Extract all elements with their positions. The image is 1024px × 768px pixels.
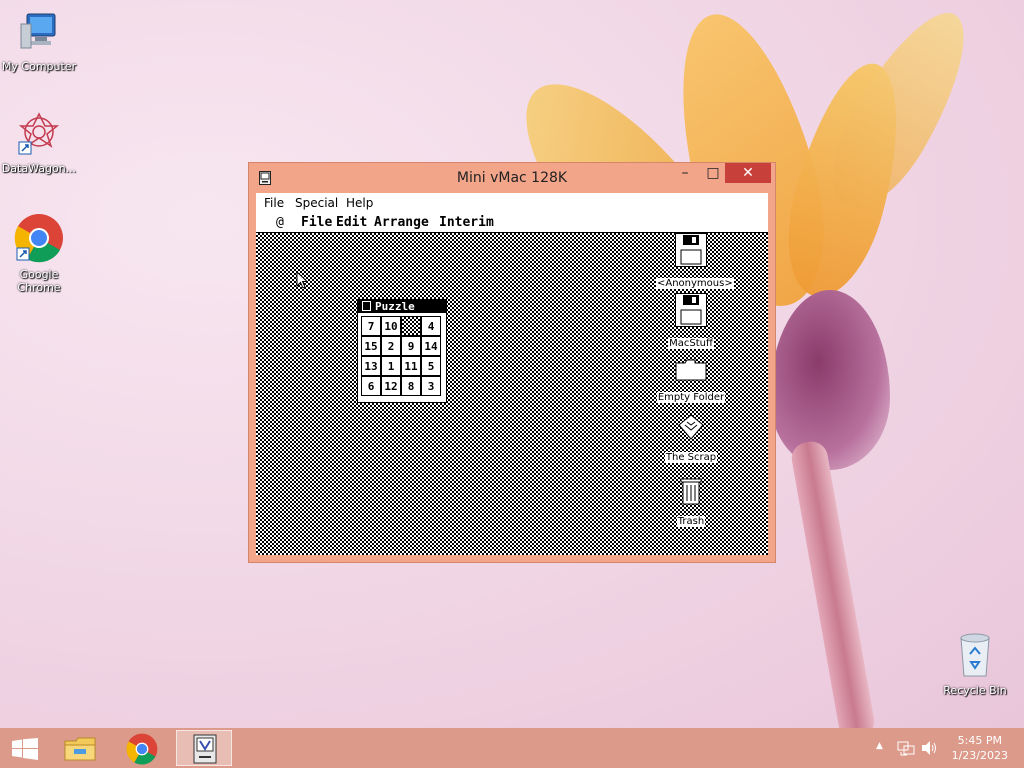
taskbar: ▲ 5:45 PM 1/23/2023 <box>0 728 1024 768</box>
volume-icon[interactable] <box>921 740 939 756</box>
puzzle-tile[interactable]: 12 <box>381 376 401 396</box>
puzzle-empty-tile <box>401 316 421 336</box>
computer-icon <box>20 13 56 49</box>
taskbar-mini-vmac[interactable] <box>176 730 232 766</box>
puzzle-tile[interactable]: 6 <box>361 376 381 396</box>
puzzle-tile[interactable]: 13 <box>361 356 381 376</box>
disk-icon <box>675 233 707 267</box>
start-button[interactable] <box>0 730 48 766</box>
puzzle-tile[interactable]: 2 <box>381 336 401 356</box>
puzzle-tile[interactable]: 8 <box>401 376 421 396</box>
puzzle-tile[interactable]: 7 <box>361 316 381 336</box>
scrapbook-icon <box>678 414 704 440</box>
puzzle-tile[interactable]: 3 <box>421 376 441 396</box>
disk-icon <box>675 293 707 327</box>
mac-icon-label: Trash <box>676 516 706 527</box>
puzzle-tile[interactable]: 14 <box>421 336 441 356</box>
desktop-icon-google-chrome[interactable]: Google Chrome <box>0 212 78 294</box>
minimize-button[interactable]: – <box>671 163 699 183</box>
window-titlebar[interactable]: Mini vMac 128K – □ ✕ <box>249 163 775 191</box>
mac-icon-anonymous-disk[interactable]: <Anonymous> <box>656 233 734 290</box>
mac-menu-arrange[interactable]: Arrange <box>374 215 429 230</box>
mac-icon-label: MacStuff <box>668 338 714 349</box>
mac-icon-label: <Anonymous> <box>656 278 734 289</box>
desktop-icon-label: Recycle Bin <box>943 684 1007 697</box>
wallpaper-stem <box>789 439 877 728</box>
puzzle-tile[interactable]: 10 <box>381 316 401 336</box>
close-box-icon[interactable] <box>362 301 371 311</box>
puzzle-grid: 7 10 4 15 2 9 14 13 1 11 5 6 12 8 3 <box>361 316 441 396</box>
mac-icon-label: The Scrap <box>664 452 718 463</box>
mac-menubar: @ File Edit Arrange Interim <box>256 213 768 233</box>
desktop-icon-my-computer[interactable]: My Computer <box>0 10 78 73</box>
mini-vmac-icon <box>193 734 217 764</box>
mac-icon-macstuff-disk[interactable]: MacStuff <box>656 293 726 350</box>
windows-logo-icon <box>12 738 38 760</box>
clock-time: 5:45 PM <box>957 734 1002 747</box>
puzzle-tile[interactable]: 9 <box>401 336 421 356</box>
mini-vmac-window: Mini vMac 128K – □ ✕ File Special Help @… <box>248 162 776 563</box>
desktop-icon-label: My Computer <box>1 60 77 73</box>
mac-menu-file[interactable]: File <box>301 215 332 230</box>
close-button[interactable]: ✕ <box>725 163 771 183</box>
maximize-button[interactable]: □ <box>699 163 727 183</box>
recycle-bin-icon <box>960 633 990 677</box>
network-icon[interactable] <box>897 740 915 756</box>
puzzle-tile[interactable]: 1 <box>381 356 401 376</box>
trash-icon <box>680 478 702 505</box>
mac-icon-empty-folder[interactable]: Empty Folder <box>656 359 726 404</box>
mac-icon-the-scrap[interactable]: The Scrap <box>656 413 726 464</box>
mac-desktop: Puzzle 7 10 4 15 2 9 14 13 1 11 5 6 12 8… <box>256 233 768 555</box>
menu-file[interactable]: File <box>264 196 284 210</box>
mac-menu-interim[interactable]: Interim <box>439 215 494 230</box>
taskbar-clock[interactable]: 5:45 PM 1/23/2023 <box>952 733 1008 763</box>
folder-icon <box>675 359 707 381</box>
puzzle-titlebar[interactable]: Puzzle <box>358 300 446 313</box>
desktop-icon-label: Google Chrome <box>17 268 61 294</box>
mac-icon-trash[interactable]: Trash <box>656 475 726 528</box>
desktop-icon-recycle-bin[interactable]: Recycle Bin <box>936 630 1014 697</box>
desktop-icon-datawagon[interactable]: DataWagon... <box>0 110 78 175</box>
apple-menu[interactable]: @ <box>276 215 284 230</box>
taskbar-chrome[interactable] <box>114 730 170 766</box>
mac-menu-edit[interactable]: Edit <box>336 215 367 230</box>
puzzle-tile[interactable]: 11 <box>401 356 421 376</box>
puzzle-window[interactable]: Puzzle 7 10 4 15 2 9 14 13 1 11 5 6 12 8… <box>357 299 447 403</box>
datawagon-icon <box>18 112 60 155</box>
desktop-icon-label: DataWagon... <box>1 162 77 175</box>
menu-help[interactable]: Help <box>346 196 373 210</box>
taskbar-file-explorer[interactable] <box>52 730 108 766</box>
chrome-icon <box>14 214 63 263</box>
tray-overflow-icon[interactable]: ▲ <box>876 741 883 751</box>
chrome-icon <box>126 733 158 765</box>
mouse-cursor-icon <box>296 271 308 289</box>
file-explorer-icon <box>64 737 96 761</box>
puzzle-title: Puzzle <box>375 300 415 313</box>
menu-special[interactable]: Special <box>295 196 338 210</box>
mac-screen[interactable]: @ File Edit Arrange Interim Puzzle 7 10 … <box>256 213 768 555</box>
puzzle-tile[interactable]: 4 <box>421 316 441 336</box>
clock-date: 1/23/2023 <box>951 749 1008 762</box>
mac-icon-label: Empty Folder <box>656 392 726 403</box>
puzzle-tile[interactable]: 15 <box>361 336 381 356</box>
wallpaper-sepal <box>770 290 890 470</box>
desktop: My Computer DataWagon... Google Chrome R… <box>0 0 1024 728</box>
puzzle-tile[interactable]: 5 <box>421 356 441 376</box>
window-menubar: File Special Help <box>256 193 768 213</box>
